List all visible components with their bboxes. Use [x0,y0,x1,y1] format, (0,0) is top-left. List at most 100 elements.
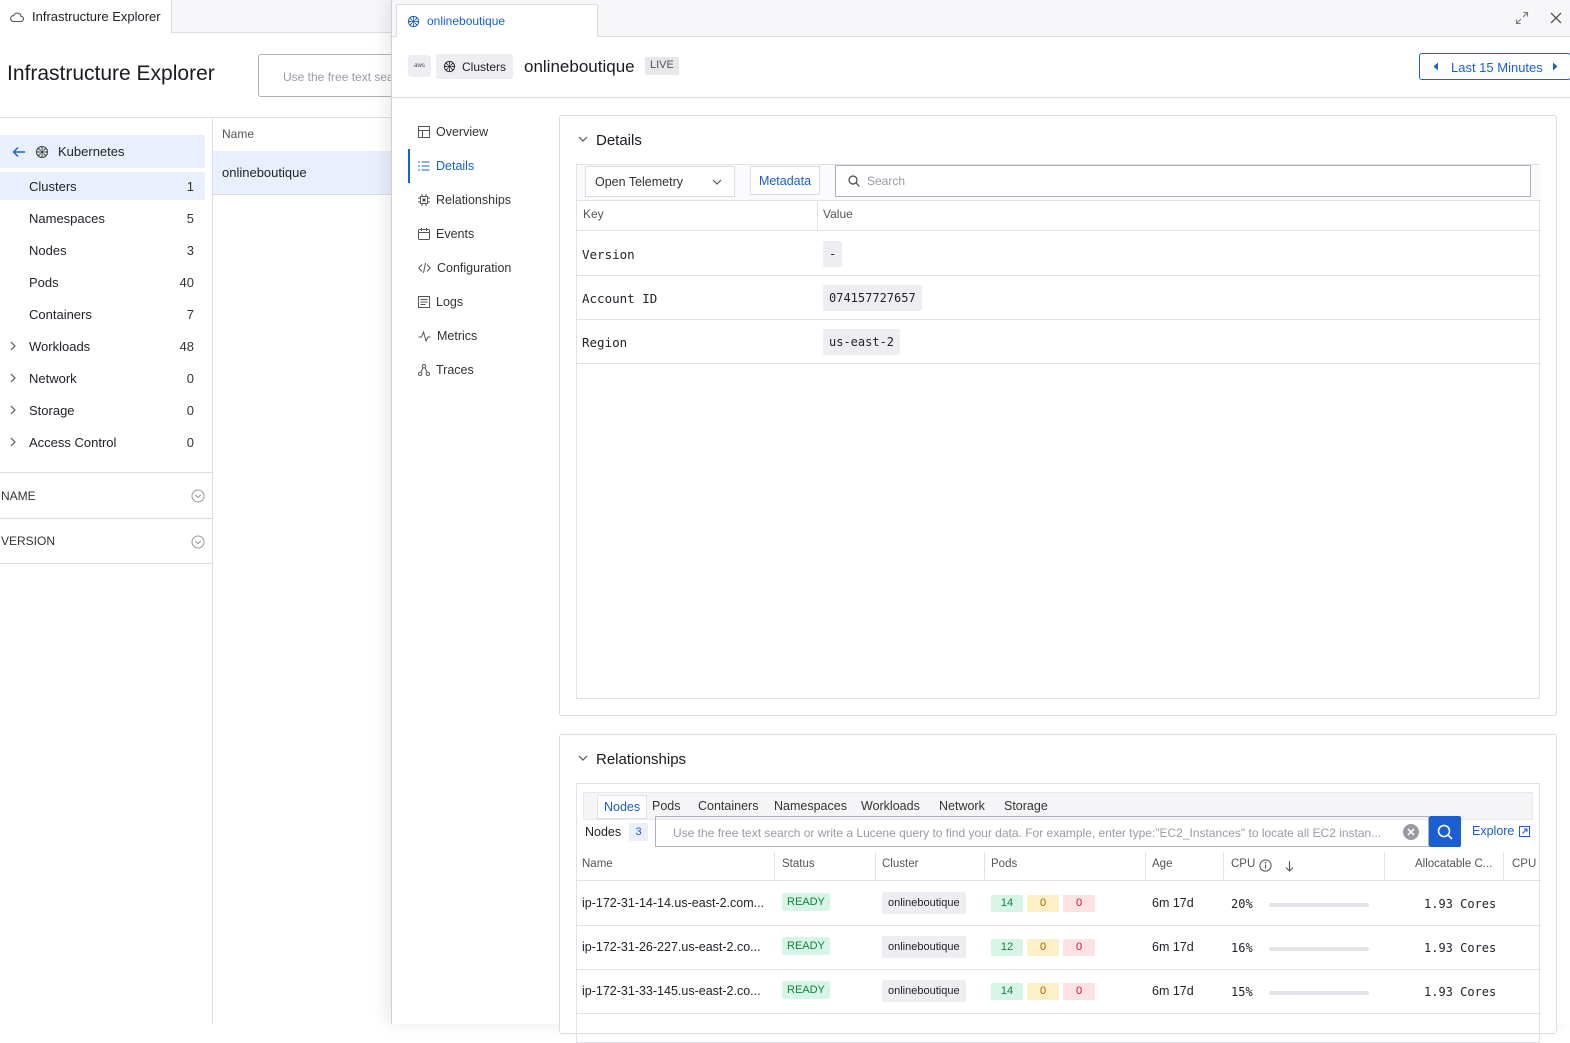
node-name[interactable]: ip-172-31-33-145.us-east-2.co... [582,984,761,998]
sidebar-item-containers[interactable]: Containers 7 [0,300,205,328]
allocatable-cpu: 1.93 Cores [1424,897,1497,911]
node-name[interactable]: ip-172-31-14-14.us-east-2.com... [582,896,764,910]
tab-workloads[interactable]: Workloads [861,799,920,813]
details-search-input[interactable]: Search [835,165,1531,197]
nav-events[interactable]: Events [408,217,548,251]
sidebar-item-access-control[interactable]: Access Control 0 [0,428,205,456]
tab-namespaces[interactable]: Namespaces [774,799,847,813]
drawer-tab-label: onlineboutique [427,14,506,28]
table-row: Account ID 074157727657 [577,276,1541,320]
column-header-name[interactable]: Name [582,858,613,870]
cpu-usage-bar [1269,903,1369,907]
chevron-circle-icon [191,489,205,503]
tab-network[interactable]: Network [939,799,985,813]
tab-pods[interactable]: Pods [652,799,681,813]
node-name[interactable]: ip-172-31-26-227.us-east-2.co... [582,940,761,954]
sidebar-item-count: 40 [179,274,194,290]
cpu-usage-bar [1269,947,1369,951]
chevron-right-icon [9,405,17,415]
chevron-right-icon [9,373,17,383]
chevron-circle-icon [191,535,205,549]
sidebar-item-count: 1 [186,178,194,194]
clear-icon[interactable] [1402,823,1420,841]
time-range-picker[interactable]: Last 15 Minutes [1419,53,1570,80]
table-row: Version - [577,232,1541,276]
chevron-right-icon [9,437,17,447]
sidebar-item-nodes[interactable]: Nodes 3 [0,236,205,264]
column-header-cpu[interactable]: CPU [1231,858,1255,870]
pods-pending-badge: 0 [1027,939,1059,956]
cpu-percent: 20% [1231,897,1253,911]
chevron-down-icon[interactable] [578,136,588,143]
table-row[interactable]: ip-172-31-14-14.us-east-2.com... READY o… [577,882,1541,926]
sidebar-item-pods[interactable]: Pods 40 [0,268,205,296]
entity-label: Nodes [585,825,622,839]
app-tab[interactable]: Infrastructure Explorer [0,0,172,33]
list-item[interactable]: onlineboutique [213,151,400,195]
page-title: Infrastructure Explorer [7,62,215,85]
drawer-tab-bar: onlineboutique [392,0,1570,37]
column-header-allocatable-cpu[interactable]: Allocatable C... [1415,858,1492,870]
nav-configuration[interactable]: Configuration [408,251,548,285]
caret-right-icon[interactable] [1552,62,1558,71]
nav-details[interactable]: Details [408,149,548,183]
nav-traces[interactable]: Traces [408,353,548,387]
arrow-left-icon [12,146,26,158]
metadata-button[interactable]: Metadata [750,166,820,195]
sidebar-item-label: Containers [29,306,92,322]
sort-down-icon[interactable] [1285,860,1294,872]
tab-nodes[interactable]: Nodes [597,795,648,819]
sidebar-item-clusters[interactable]: Clusters 1 [0,172,205,200]
column-header-status[interactable]: Status [782,858,815,870]
sidebar-item-storage[interactable]: Storage 0 [0,396,205,424]
sidebar-item-count: 7 [186,306,194,322]
info-icon[interactable] [1259,859,1272,872]
nav-label: Logs [436,295,464,309]
sidebar-item-namespaces[interactable]: Namespaces 5 [0,204,205,232]
nav-overview[interactable]: Overview [408,115,548,149]
telemetry-source-select[interactable]: Open Telemetry [585,166,735,197]
drawer-tab[interactable]: onlineboutique [396,4,598,37]
sidebar-item-label: Namespaces [29,210,105,226]
drawer-header: aws Clusters onlineboutique LIVE Last 15… [392,37,1570,98]
nav-label: Overview [436,125,489,139]
chip-icon [418,194,430,206]
table-row[interactable]: ip-172-31-26-227.us-east-2.co... READY o… [577,926,1541,970]
tab-containers[interactable]: Containers [698,799,758,813]
chevron-down-icon[interactable] [578,755,588,762]
explore-link[interactable]: Explore [1472,824,1531,838]
kubernetes-back-button[interactable]: Kubernetes [0,135,205,168]
table-row[interactable]: ip-172-31-33-145.us-east-2.co... READY o… [577,970,1541,1014]
explore-label: Explore [1472,824,1515,838]
nav-metrics[interactable]: Metrics [408,319,548,353]
search-button[interactable] [1429,816,1461,847]
sidebar-item-count: 0 [186,402,194,418]
nav-label: Relationships [436,193,512,207]
column-header-cpu-extra[interactable]: CPU [1512,858,1536,870]
nav-logs[interactable]: Logs [408,285,548,319]
sidebar-item-label: Clusters [29,178,77,194]
sidebar-item-label: Network [29,370,77,386]
nav-relationships[interactable]: Relationships [408,183,548,217]
facet-name[interactable]: NAME [0,472,213,518]
close-icon[interactable] [1549,11,1563,25]
facet-version[interactable]: VERSION [0,518,213,564]
details-toolbar: Open Telemetry Metadata Search [577,165,1541,201]
sidebar-item-network[interactable]: Network 0 [0,364,205,392]
live-badge: LIVE [645,57,679,75]
tab-storage[interactable]: Storage [1004,799,1048,813]
caret-left-icon[interactable] [1433,62,1439,71]
column-header-pods[interactable]: Pods [991,858,1017,870]
sidebar-item-workloads[interactable]: Workloads 48 [0,332,205,360]
lucene-query-input[interactable]: Use the free text search or write a Luce… [655,816,1429,847]
sidebar-item-label: Access Control [29,434,117,450]
kv-header: Key Value [577,201,1541,231]
facet-label: VERSION [1,534,56,548]
column-header-age[interactable]: Age [1152,858,1172,870]
column-header-cluster[interactable]: Cluster [882,858,918,870]
expand-icon[interactable] [1515,11,1529,25]
cpu-usage-bar [1269,991,1369,995]
sidebar-item-label: Nodes [29,242,67,258]
code-icon [418,262,431,274]
nav-label: Configuration [437,261,512,275]
